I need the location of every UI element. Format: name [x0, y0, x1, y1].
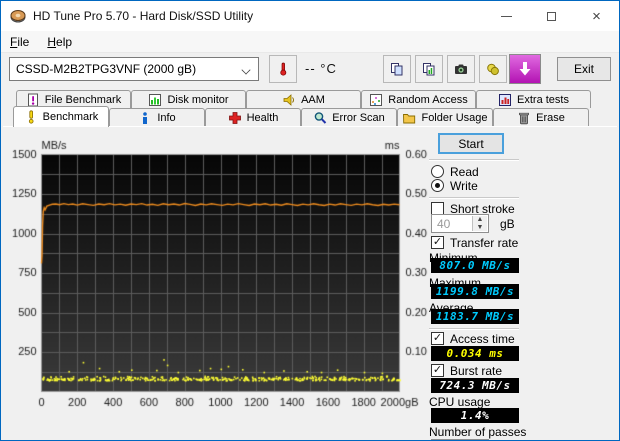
- magnifier-icon: [314, 111, 327, 124]
- benchmark-chart: [1, 127, 433, 439]
- screenshot-button[interactable]: [447, 55, 475, 83]
- tab-label: Benchmark: [42, 111, 99, 123]
- access-time-label: Access time: [450, 332, 515, 346]
- download-arrow-icon: [519, 62, 531, 76]
- divider: [429, 197, 519, 199]
- write-label: Write: [450, 179, 478, 193]
- tab-disk-monitor[interactable]: Disk monitor: [131, 90, 246, 108]
- passes-label: Number of passes: [429, 425, 527, 439]
- hd-tune-window: HD Tune Pro 5.70 - Hard Disk/SSD Utility…: [0, 0, 620, 441]
- cpu-usage-value: 1.4%: [431, 408, 519, 423]
- file-benchmark-icon: [27, 93, 38, 106]
- thermometer-icon: [280, 62, 287, 76]
- divider: [429, 328, 519, 330]
- tab-label: AAM: [301, 93, 325, 106]
- chevron-down-icon: [241, 65, 251, 75]
- tab-label: Random Access: [388, 93, 468, 106]
- transfer-rate-label: Transfer rate: [450, 236, 519, 250]
- random-access-icon: [370, 93, 383, 106]
- tab-random-access[interactable]: Random Access: [361, 90, 476, 108]
- burst-rate-checkbox[interactable]: ✓: [431, 364, 444, 377]
- trash-icon: [519, 112, 530, 124]
- drive-select-value: CSSD-M2B2TPG3VNF (2000 gB): [16, 62, 197, 76]
- minimize-button[interactable]: [484, 1, 529, 31]
- burst-rate-label: Burst rate: [450, 364, 503, 378]
- maximum-value: 1199.8 MB/s: [431, 284, 519, 299]
- gb-unit-label: gB: [500, 217, 515, 231]
- copy-results-button[interactable]: [415, 55, 443, 83]
- tab-extra-tests[interactable]: Extra tests: [476, 90, 591, 108]
- read-label: Read: [450, 165, 479, 179]
- tab-health[interactable]: Health: [205, 108, 301, 126]
- close-button[interactable]: ×: [574, 1, 619, 31]
- title-bar: HD Tune Pro 5.70 - Hard Disk/SSD Utility…: [1, 1, 619, 31]
- copy-chart-icon: [423, 63, 435, 76]
- menu-bar: File Help: [1, 31, 619, 53]
- benchmark-icon: [28, 110, 34, 124]
- exit-button[interactable]: Exit: [557, 57, 611, 81]
- minimum-value: 807.0 MB/s: [431, 258, 519, 273]
- read-radio[interactable]: [431, 165, 444, 178]
- options-button[interactable]: [479, 55, 507, 83]
- tab-erase[interactable]: Erase: [493, 108, 589, 126]
- average-value: 1183.7 MB/s: [431, 309, 519, 324]
- tab-label: Health: [246, 111, 279, 124]
- start-button[interactable]: Start: [438, 133, 504, 154]
- menu-file[interactable]: File: [1, 31, 38, 52]
- burst-rate-value: 724.3 MB/s: [431, 378, 519, 393]
- access-time-checkbox[interactable]: ✓: [431, 332, 444, 345]
- start-label: Start: [458, 136, 484, 151]
- menu-help[interactable]: Help: [38, 31, 81, 52]
- write-radio[interactable]: [431, 179, 444, 192]
- disk-monitor-icon: [149, 93, 162, 106]
- tab-aam[interactable]: AAM: [246, 90, 361, 108]
- tab-label: Info: [157, 111, 176, 124]
- spinner-arrows-icon[interactable]: ▲ ▼: [472, 216, 487, 231]
- access-time-value: 0.034 ms: [431, 346, 519, 361]
- tab-label: File Benchmark: [44, 93, 122, 106]
- toolbar: CSSD-M2B2TPG3VNF (2000 gB) -- °C Exit: [1, 53, 619, 87]
- cpu-usage-label: CPU usage: [429, 395, 491, 409]
- exit-label: Exit: [573, 62, 594, 76]
- tab-label: Folder Usage: [421, 111, 488, 124]
- tab-label: Error Scan: [332, 111, 385, 124]
- tab-label: Extra tests: [517, 93, 569, 106]
- copy-to-clipboard-button[interactable]: [383, 55, 411, 83]
- window-title: HD Tune Pro 5.70 - Hard Disk/SSD Utility: [33, 9, 254, 23]
- tab-folder-usage[interactable]: Folder Usage: [397, 108, 493, 126]
- health-cross-icon: [228, 111, 241, 124]
- tab-benchmark[interactable]: Benchmark: [13, 106, 109, 127]
- short-stroke-size-spinner[interactable]: 40 ▲ ▼: [431, 214, 489, 233]
- transfer-rate-checkbox[interactable]: ✓: [431, 236, 444, 249]
- maximize-button[interactable]: [529, 1, 574, 31]
- coins-icon: [487, 63, 499, 76]
- camera-icon: [455, 64, 467, 74]
- temperature-readout: -- °C: [305, 61, 337, 76]
- tab-info[interactable]: Info: [109, 108, 205, 126]
- copy-icon: [391, 63, 403, 76]
- tab-label: Erase: [536, 111, 565, 124]
- drive-select[interactable]: CSSD-M2B2TPG3VNF (2000 gB): [9, 57, 259, 81]
- tab-label: Disk monitor: [167, 93, 229, 106]
- speaker-icon: [283, 93, 295, 106]
- save-results-button[interactable]: [509, 54, 541, 84]
- temperature-button[interactable]: [269, 55, 297, 83]
- divider: [429, 159, 519, 161]
- app-icon: [10, 10, 26, 23]
- short-stroke-size-value: 40: [437, 217, 451, 231]
- tab-error-scan[interactable]: Error Scan: [301, 108, 397, 126]
- folder-icon: [403, 113, 416, 123]
- info-icon: [143, 111, 148, 124]
- extra-tests-icon: [499, 93, 512, 106]
